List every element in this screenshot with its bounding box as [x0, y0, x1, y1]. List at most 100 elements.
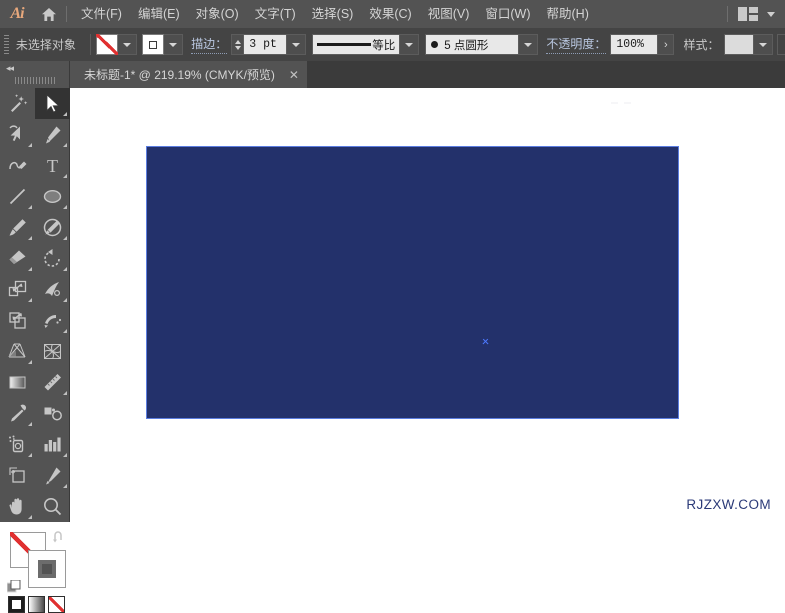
rotate-tool[interactable] [35, 243, 70, 274]
menu-file[interactable]: 文件(F) [73, 0, 130, 28]
opacity-panel-button[interactable]: › [658, 34, 675, 55]
menu-object[interactable]: 对象(O) [188, 0, 247, 28]
stroke-weight-control[interactable]: 3 pt [231, 34, 307, 55]
watermark-text: RJZXW.COM [686, 497, 771, 512]
home-icon[interactable] [34, 0, 64, 28]
menu-help[interactable]: 帮助(H) [539, 0, 597, 28]
width-profile-label: 等比 [372, 39, 396, 52]
arrange-documents-icon[interactable] [738, 7, 758, 21]
perspective-grid-tool[interactable] [0, 336, 35, 367]
brush-definition-field[interactable]: 5 点圆形 [425, 34, 520, 55]
stroke-weight-label[interactable]: 描边： [191, 35, 228, 54]
document-canvas[interactable]: RJZXW.COM [70, 88, 785, 522]
menu-view[interactable]: 视图(V) [420, 0, 478, 28]
eyedropper-tool[interactable] [0, 398, 35, 429]
artboard-corner-marker [610, 94, 632, 104]
control-bar: 未选择对象 描边： 3 pt 等比 5 点圆形 不透明度： 100% › 样式： [0, 28, 785, 62]
menu-effect[interactable]: 效果(C) [361, 0, 419, 28]
document-tab-title: 未标题-1* @ 219.19% (CMYK/预览) [84, 68, 275, 82]
none-mode-button[interactable] [48, 596, 65, 613]
hand-tool[interactable] [0, 491, 35, 522]
control-bar-grip[interactable] [4, 34, 9, 55]
style-label: 样式： [683, 37, 720, 52]
brush-dropdown-button[interactable] [519, 34, 539, 55]
stroke-gray-swatch[interactable] [28, 550, 66, 588]
stroke-profile-icon [317, 43, 372, 46]
magic-wand-tool[interactable] [0, 88, 35, 119]
menu-type[interactable]: 文字(T) [247, 0, 304, 28]
gradient-mode-button[interactable] [28, 596, 45, 613]
fill-stroke-controls [0, 528, 70, 613]
stroke-weight-input[interactable]: 3 pt [243, 34, 288, 55]
column-graph-tool[interactable] [35, 429, 70, 460]
control-bar-overflow[interactable] [777, 34, 785, 55]
width-tool[interactable] [35, 274, 70, 305]
menu-window[interactable]: 窗口(W) [477, 0, 538, 28]
default-fill-stroke-icon[interactable] [6, 579, 22, 595]
brush-definition-control[interactable]: 5 点圆形 [425, 34, 539, 55]
artboard-center-marker [482, 338, 489, 345]
document-tab-bar: 未标题-1* @ 219.19% (CMYK/预览) ✕ [0, 61, 785, 88]
free-transform-tool[interactable] [0, 305, 35, 336]
curvature-tool[interactable] [0, 150, 35, 181]
chevron-down-icon [405, 42, 414, 47]
selection-tool[interactable] [35, 88, 70, 119]
measure-tool[interactable] [35, 367, 70, 398]
tools-panel-grip[interactable] [14, 77, 55, 84]
chevron-down-icon [123, 42, 132, 47]
shape-builder-tool[interactable] [35, 305, 70, 336]
color-mode-buttons [8, 596, 65, 613]
fill-color-control[interactable] [96, 34, 138, 55]
document-tab[interactable]: 未标题-1* @ 219.19% (CMYK/预览) ✕ [70, 61, 307, 88]
opacity-control[interactable]: 100% › [610, 34, 675, 55]
width-profile-field[interactable]: 等比 [312, 34, 401, 55]
pen-tool[interactable] [35, 119, 70, 150]
fill-swatch[interactable] [96, 34, 119, 55]
menu-edit[interactable]: 编辑(E) [130, 0, 188, 28]
zoom-tool[interactable] [35, 491, 70, 522]
illustrator-window: Ai 文件(F) 编辑(E) 对象(O) 文字(T) 选择(S) 效果(C) 视… [0, 0, 785, 613]
stroke-swatch[interactable] [142, 34, 165, 55]
fill-dropdown-button[interactable] [118, 34, 138, 55]
mesh-tool[interactable] [35, 336, 70, 367]
menu-divider [66, 6, 67, 22]
chevron-down-icon [169, 42, 178, 47]
ai-logo: Ai [10, 5, 24, 22]
chevron-down-icon [524, 42, 533, 47]
menu-select[interactable]: 选择(S) [304, 0, 362, 28]
chevron-down-icon[interactable] [767, 11, 775, 17]
slice-tool[interactable] [35, 460, 70, 491]
stroke-color-control[interactable] [142, 34, 184, 55]
scale-tool[interactable] [0, 274, 35, 305]
graphic-style-swatch[interactable] [723, 34, 754, 55]
chevron-down-icon [292, 42, 301, 47]
line-segment-tool[interactable] [0, 181, 35, 212]
tools-panel: ◂◂ T [0, 61, 70, 613]
graphic-style-dropdown-button[interactable] [753, 34, 773, 55]
type-tool[interactable]: T [35, 150, 70, 181]
opacity-input[interactable]: 100% [610, 34, 659, 55]
close-icon[interactable]: ✕ [287, 68, 301, 82]
artboard-tool[interactable] [0, 460, 35, 491]
stroke-dropdown-button[interactable] [164, 34, 184, 55]
color-mode-button[interactable] [8, 596, 25, 613]
direct-selection-tool[interactable] [0, 119, 35, 150]
opacity-label[interactable]: 不透明度： [546, 35, 607, 54]
artboard-rectangle[interactable] [146, 146, 679, 419]
variable-width-profile-control[interactable]: 等比 [312, 34, 420, 55]
graphic-style-control[interactable] [723, 34, 773, 55]
menu-bar: Ai 文件(F) 编辑(E) 对象(O) 文字(T) 选择(S) 效果(C) 视… [0, 0, 785, 28]
stroke-weight-dropdown-button[interactable] [287, 34, 307, 55]
eraser-tool[interactable] [0, 243, 35, 274]
collapse-panel-icon[interactable]: ◂◂ [0, 61, 69, 75]
control-divider-1 [89, 34, 91, 55]
swap-fill-stroke-icon[interactable] [52, 530, 66, 549]
gradient-tool[interactable] [0, 367, 35, 398]
shaper-tool[interactable] [35, 212, 70, 243]
paintbrush-tool[interactable] [0, 212, 35, 243]
symbol-sprayer-tool[interactable] [0, 429, 35, 460]
blend-tool[interactable] [35, 398, 70, 429]
width-profile-dropdown-button[interactable] [400, 34, 420, 55]
stroke-weight-stepper[interactable] [231, 34, 244, 55]
ellipse-tool[interactable] [35, 181, 70, 212]
